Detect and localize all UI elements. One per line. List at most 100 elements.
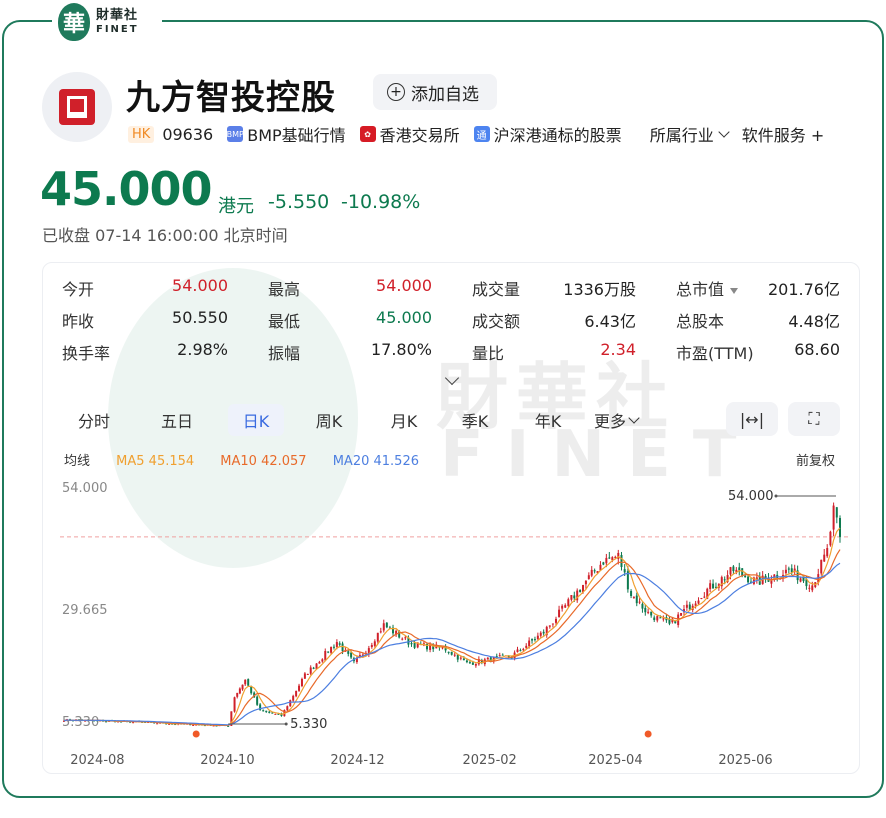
stat-value: 2.34 (600, 340, 636, 359)
candle-body (656, 616, 659, 621)
ma20-line (63, 562, 841, 726)
y-tick-label: 29.665 (62, 603, 108, 618)
candle-body (256, 696, 259, 705)
candle-body (156, 723, 159, 725)
candle-body (712, 583, 715, 589)
finet-logo: 華 財華社 FINET (52, 2, 162, 42)
add-watchlist-label: 添加自选 (411, 84, 479, 105)
kline-chart[interactable]: 54.000 29.665 5.330 54.000 5.330 2024-08 2024-… (60, 470, 850, 770)
stat-value: 54.000 (172, 276, 228, 295)
connect-icon: 通 (473, 126, 490, 142)
candle-body (347, 651, 350, 654)
candle-body (688, 604, 691, 610)
y-tick-label: 54.000 (62, 481, 108, 496)
candle-body (685, 604, 688, 608)
candle-body (531, 639, 534, 641)
candle-body (450, 651, 453, 655)
industry-tag[interactable]: 软件服务 + (742, 122, 825, 146)
candle-body (561, 605, 564, 609)
stat-label: 市盈(TTM) (676, 344, 754, 363)
stat-label: 总股本 (676, 312, 725, 331)
candle-body (605, 557, 608, 564)
candle-body (584, 580, 587, 585)
tag-bmp[interactable]: BMP BMP基础行情 (227, 122, 346, 146)
tab-7[interactable]: 更多 (586, 404, 646, 436)
chevron-down-icon (628, 412, 640, 424)
stat-value: 50.550 (172, 308, 228, 327)
tab-2[interactable]: 日K (228, 404, 284, 436)
candle-body (295, 690, 298, 697)
candle-body (680, 612, 683, 616)
candle-body (723, 579, 726, 581)
candle-body (641, 603, 644, 609)
candle-body (551, 623, 554, 625)
candle-body (811, 585, 814, 591)
market-status: 已收盘 07-14 16:00:00 北京时间 (42, 222, 288, 246)
candle-body (265, 710, 268, 712)
candle-body (620, 555, 623, 568)
candle-body (632, 596, 635, 598)
tab-6[interactable]: 年K (516, 404, 580, 436)
x-tick-label: 2025-04 (588, 753, 642, 768)
tab-3[interactable]: 周K (290, 404, 368, 436)
candle-body (244, 679, 247, 685)
candle-body (501, 654, 504, 656)
candle-body (623, 569, 626, 573)
candle-body (808, 587, 811, 589)
industry-dropdown[interactable]: 所属行业 (650, 122, 730, 146)
candle-body (826, 548, 829, 557)
stat-label: 最低 (268, 312, 301, 331)
tab-1[interactable]: 五日 (132, 404, 222, 436)
tag-hkex-label: 香港交易所 (379, 126, 460, 145)
candle-body (350, 652, 353, 658)
tag-hkex[interactable]: ✿ 香港交易所 (359, 122, 460, 146)
candle-body (404, 637, 407, 639)
stat-label: 换手率 (62, 344, 111, 363)
stock-tags: HK 09636 BMP BMP基础行情 ✿ 香港交易所 通 沪深港通标的股票 … (128, 122, 824, 146)
tag-connect-label: 沪深港通标的股票 (493, 126, 622, 145)
candle-body (341, 643, 344, 652)
candle-body (373, 641, 376, 646)
candle-body (548, 625, 551, 627)
candle-body (567, 599, 570, 606)
candle-body (608, 557, 611, 559)
status-timezone: 北京时间 (223, 226, 288, 245)
stat-label[interactable]: 总市值 (676, 276, 739, 300)
candle-body (729, 567, 732, 575)
tab-4[interactable]: 月K (374, 404, 434, 436)
last-price: 45.000 (40, 162, 213, 216)
full-range-button[interactable]: |↔| (726, 402, 778, 436)
candle-body (528, 640, 531, 647)
ma5-value: MA5 45.154 (116, 454, 195, 469)
stat-value: 17.80% (370, 340, 432, 359)
price-adjust-toggle[interactable]: 前复权 (796, 450, 835, 469)
tab-5[interactable]: 季K (440, 404, 510, 436)
candle-body (590, 569, 593, 576)
price-unit: 港元 (218, 196, 254, 217)
candle-body (236, 692, 239, 697)
stat-label: 量比 (472, 344, 505, 363)
candle-body (379, 631, 382, 633)
candle-body (635, 595, 638, 604)
add-watchlist-button[interactable]: + 添加自选 (373, 74, 497, 110)
candle-body (570, 595, 573, 600)
candle-body (303, 673, 306, 679)
candle-body (192, 724, 195, 726)
candle-body (787, 568, 790, 570)
candle-body (587, 575, 590, 579)
ma10-line (63, 549, 841, 726)
candle-body (274, 713, 277, 715)
candle-body (573, 595, 576, 599)
candle-body (471, 662, 474, 665)
tag-connect[interactable]: 通 沪深港通标的股票 (473, 122, 622, 146)
finet-seal-icon: 華 (58, 3, 90, 41)
candle-body (820, 559, 823, 574)
candle-body (332, 646, 335, 648)
industry-label: 软件服务 (741, 126, 806, 145)
candle-body (602, 562, 605, 565)
stat-value: 6.43亿 (584, 312, 636, 331)
tab-0[interactable]: 分时 (62, 404, 126, 436)
fullscreen-button[interactable]: ⛶ (788, 402, 840, 436)
stat-value: 2.98% (177, 340, 228, 359)
candle-body (413, 642, 416, 648)
